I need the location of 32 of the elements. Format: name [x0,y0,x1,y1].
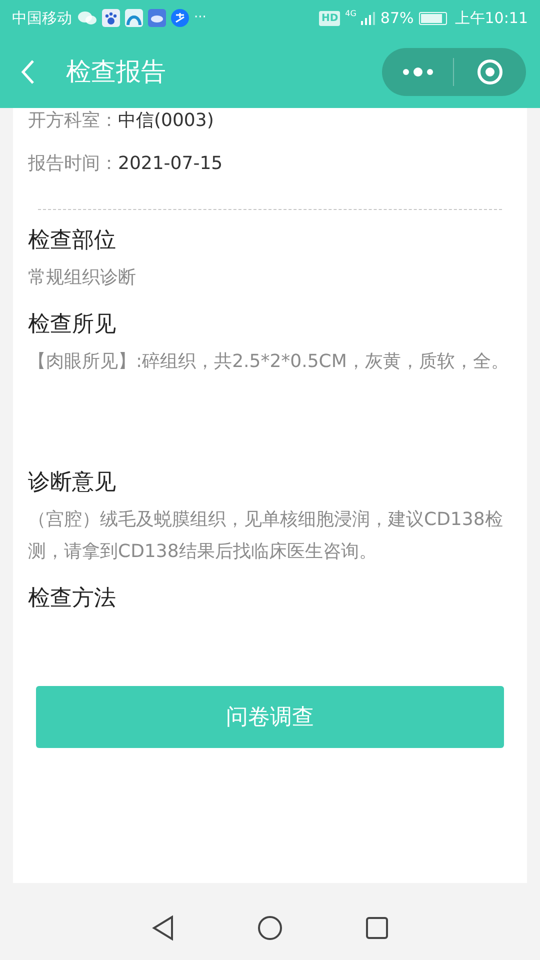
section-heading: 检查所见 [28,311,117,339]
clock: 上午10:11 [454,8,528,29]
info-value: 中信(0003) [118,109,214,133]
carrier-name: 中国移动 [12,8,72,29]
back-icon [20,59,36,85]
battery-percent: 87% [380,8,414,29]
info-label: 开方科室： [28,109,118,133]
info-label: 报告时间： [28,152,118,176]
hd-badge: HD [319,10,340,26]
more-icon [400,67,434,77]
payment-icon [171,9,189,27]
more-notifications: ··· [194,9,206,28]
target-icon [476,58,504,86]
battery-icon [418,12,447,24]
section-text: 常规组织诊断 [28,266,137,290]
arch-icon [125,9,143,27]
survey-button[interactable]: 问卷调查 [36,686,504,748]
chat-icon [77,10,97,26]
page-title: 检查报告 [66,56,166,88]
back-nav-icon[interactable] [151,915,175,941]
signal-icon [361,11,376,25]
info-value: 2021-07-15 [118,152,223,176]
cloud-icon [148,9,166,27]
network-label: 4G [345,8,356,20]
section-heading: 检查方法 [28,585,117,613]
section-text: 【肉眼所见】:碎组织，共2.5*2*0.5CM，灰黄，质软，全。 [28,350,510,374]
section-heading: 诊断意见 [28,469,117,497]
paw-icon [102,9,120,27]
section-text: （宫腔）绒毛及蜕膜组织，见单核细胞浸润，建议CD138检测，请拿到CD138结果后找临床医生咨询。 [28,508,504,564]
recents-nav-icon[interactable] [365,916,389,940]
section-heading: 检查部位 [28,227,117,255]
home-nav-icon[interactable] [257,915,283,941]
